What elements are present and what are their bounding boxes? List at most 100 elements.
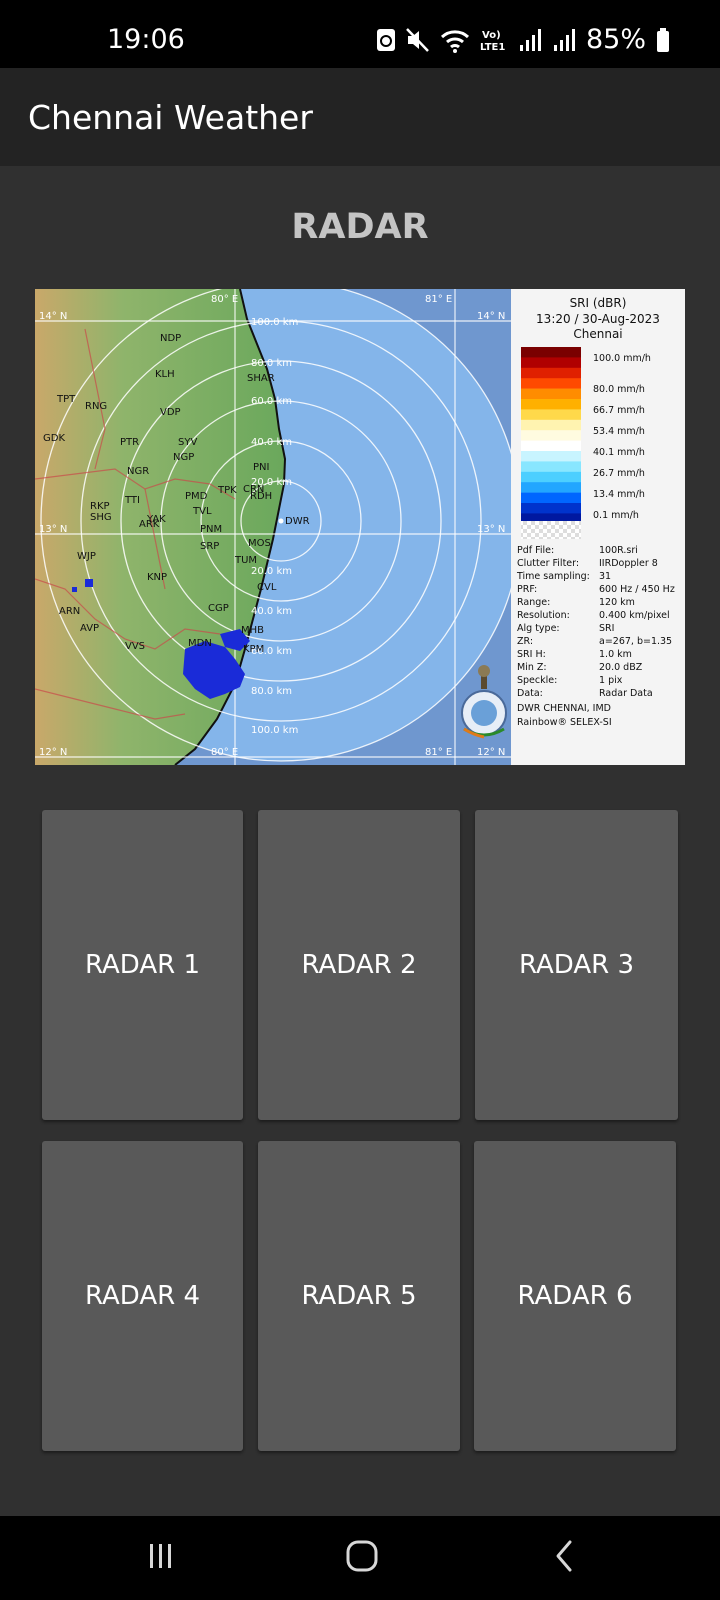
- place-label: ARN: [59, 606, 80, 617]
- legend-scale-label: 100.0 mm/h: [593, 353, 651, 364]
- lon-label: 80° E: [211, 747, 238, 758]
- legend-color-swatch: [521, 503, 581, 514]
- range-label: 40.0 km: [251, 437, 292, 448]
- status-bar: 19:06 Vo) LTE1 85%: [0, 0, 720, 68]
- app-title: Chennai Weather: [28, 98, 313, 137]
- legend-scale-label: 53.4 mm/h: [593, 426, 645, 437]
- legend-color-swatch: [521, 388, 581, 400]
- battery-percentage: 85%: [585, 24, 646, 55]
- radar-4-button[interactable]: RADAR 4: [42, 1141, 243, 1451]
- volte-icon: Vo)LTE1: [480, 30, 505, 53]
- range-label: 60.0 km: [251, 396, 292, 407]
- legend-color-swatch: [521, 409, 581, 421]
- meta-key: SRI H:: [517, 649, 546, 660]
- legend-scale-label: 66.7 mm/h: [593, 405, 645, 416]
- lon-label: 80° E: [211, 294, 238, 305]
- place-label: SHG: [90, 512, 112, 523]
- place-label: AVP: [80, 623, 99, 634]
- meta-value: 20.0 dBZ: [599, 662, 643, 673]
- lon-label: 81° E: [425, 294, 452, 305]
- legend-color-swatch: [521, 399, 581, 410]
- home-icon[interactable]: [344, 1538, 380, 1574]
- svg-text:LTE1: LTE1: [480, 42, 505, 53]
- meta-key: Alg type:: [517, 623, 560, 634]
- mute-icon: [406, 27, 429, 52]
- meta-key: Time sampling:: [516, 571, 590, 582]
- place-label: RNG: [85, 401, 107, 412]
- legend-footer-org: DWR CHENNAI, IMD: [517, 703, 611, 714]
- meta-value: SRI: [599, 623, 614, 634]
- place-label: TPT: [56, 394, 76, 405]
- meta-value: 1 pix: [599, 675, 623, 686]
- radar-center-label: DWR: [285, 516, 310, 527]
- meta-key: Speckle:: [517, 675, 557, 686]
- navigation-bar: [0, 1516, 720, 1600]
- place-label: NDP: [160, 333, 181, 344]
- signal-icon-sim1: [519, 28, 541, 51]
- place-label: YAK: [146, 514, 166, 525]
- range-label: 100.0 km: [251, 317, 298, 328]
- radar-3-button[interactable]: RADAR 3: [475, 810, 678, 1120]
- wifi-icon: [440, 29, 470, 53]
- place-label: CVL: [257, 582, 277, 593]
- legend-color-swatch: [521, 451, 581, 462]
- legend-color-swatch: [521, 482, 581, 493]
- lat-label: 13° N: [39, 524, 67, 535]
- place-label: TVL: [192, 506, 212, 517]
- status-time: 19:06: [107, 24, 185, 55]
- legend-scale-label: 26.7 mm/h: [593, 468, 645, 479]
- meta-key: PRF:: [517, 584, 537, 595]
- meta-value: a=267, b=1.35: [599, 636, 672, 647]
- legend-scale-label: 13.4 mm/h: [593, 489, 645, 500]
- meta-value: IIRDoppler 8: [599, 558, 658, 569]
- legend-color-swatch: [521, 440, 581, 452]
- legend-color-swatch: [521, 461, 581, 473]
- legend-scale-label: 80.0 mm/h: [593, 384, 645, 395]
- place-label: PMD: [185, 491, 208, 502]
- radar-5-button[interactable]: RADAR 5: [258, 1141, 460, 1451]
- radar-1-button[interactable]: RADAR 1: [42, 810, 243, 1120]
- lon-label: 81° E: [425, 747, 452, 758]
- meta-key: Resolution:: [517, 610, 570, 621]
- meta-value: Radar Data: [599, 688, 653, 699]
- place-label: SYV: [178, 437, 197, 448]
- range-label: 80.0 km: [251, 358, 292, 369]
- place-label: CGP: [208, 603, 229, 614]
- back-icon[interactable]: [550, 1538, 578, 1574]
- place-label: SHAR: [247, 373, 275, 384]
- meta-key: Pdf File:: [517, 545, 554, 556]
- place-label: VVS: [125, 641, 145, 652]
- place-label: KPM: [243, 644, 264, 655]
- lat-label: 14° N: [477, 311, 505, 322]
- recent-apps-icon[interactable]: [145, 1540, 177, 1572]
- signal-icon-sim2: [553, 28, 575, 51]
- radar-image[interactable]: 100.0 km 80.0 km 60.0 km 40.0 km 20.0 km…: [35, 289, 685, 765]
- place-label: PTR: [120, 437, 139, 448]
- radar-6-button[interactable]: RADAR 6: [474, 1141, 676, 1451]
- lat-label: 14° N: [39, 311, 67, 322]
- meta-key: Data:: [517, 688, 543, 699]
- place-label: MOS: [248, 538, 271, 549]
- section-title: RADAR: [291, 207, 429, 247]
- place-label: TPK: [217, 485, 237, 496]
- meta-value: 1.0 km: [599, 649, 632, 660]
- legend-color-swatch: [521, 357, 581, 369]
- meta-key: ZR:: [517, 636, 533, 647]
- range-label: 80.0 km: [251, 686, 292, 697]
- legend-color-scale: [521, 347, 581, 525]
- place-label: TTI: [124, 495, 140, 506]
- legend-color-swatch: [521, 492, 581, 504]
- app-bar: Chennai Weather: [0, 68, 720, 166]
- place-label: KLH: [155, 369, 175, 380]
- lat-label: 12° N: [477, 747, 505, 758]
- legend-color-swatch: [521, 471, 581, 483]
- legend-station: Chennai: [573, 327, 622, 341]
- radar-2-button[interactable]: RADAR 2: [258, 810, 460, 1120]
- range-label: 40.0 km: [251, 606, 292, 617]
- legend-product: SRI (dBR): [570, 296, 627, 310]
- legend-color-swatch: [521, 378, 581, 389]
- place-label: NGP: [173, 452, 194, 463]
- place-label: VDP: [160, 407, 181, 418]
- meta-value: 0.400 km/pixel: [599, 610, 670, 621]
- battery-icon: [657, 27, 669, 52]
